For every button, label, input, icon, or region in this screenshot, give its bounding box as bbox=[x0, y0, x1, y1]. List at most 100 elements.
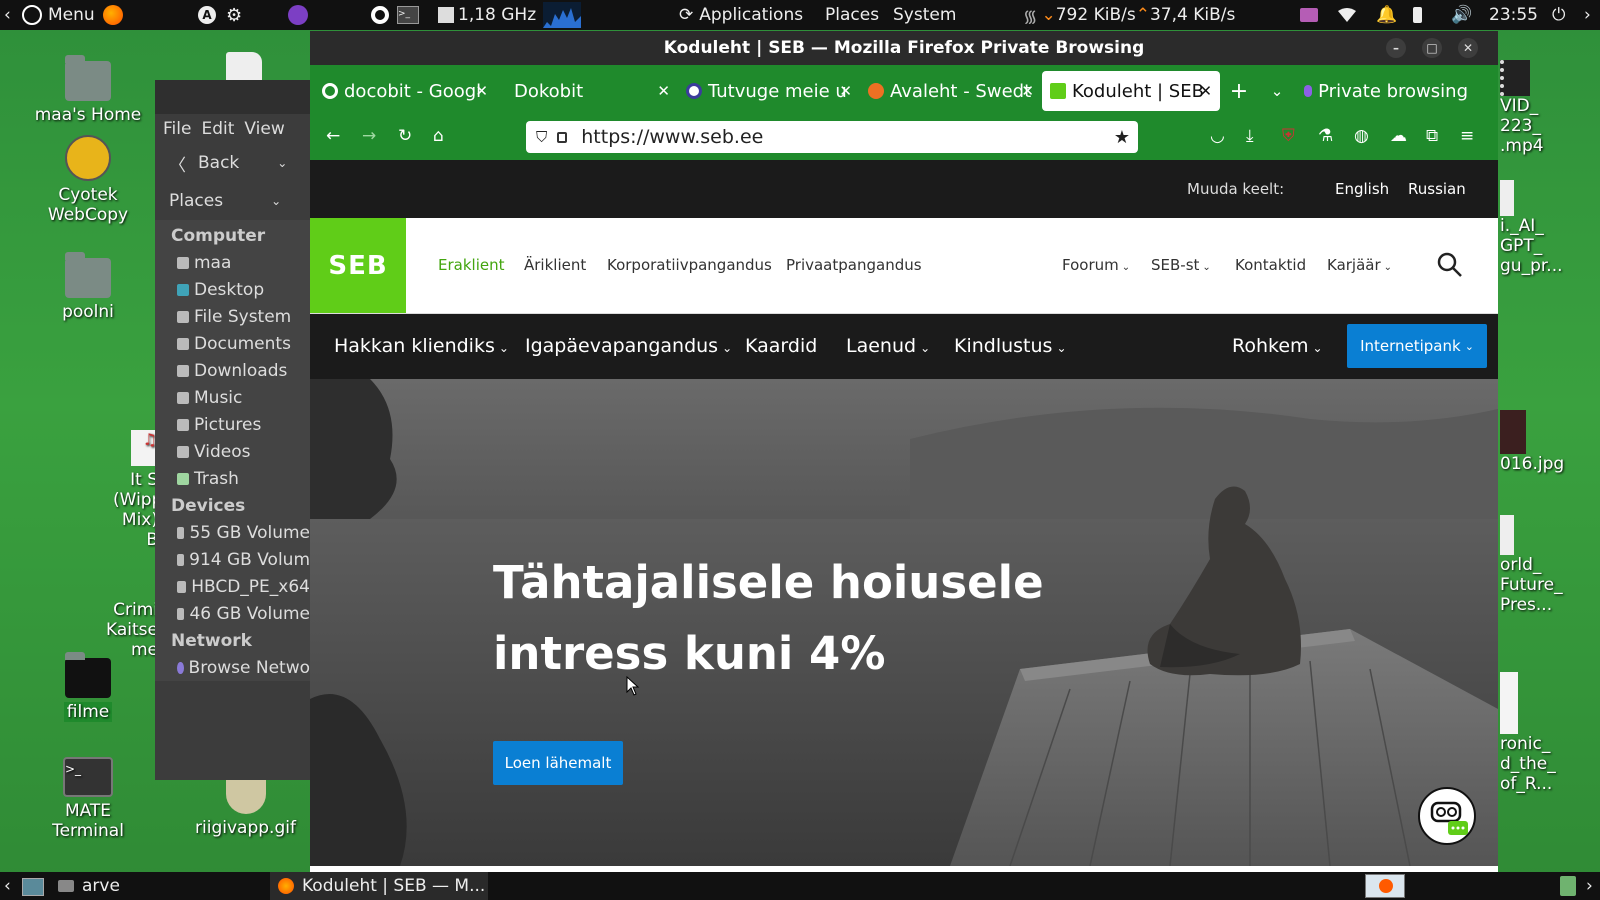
nav-privaatpangandus[interactable]: Privaatpangandus bbox=[786, 256, 922, 274]
app-menu-icon[interactable]: ≡ bbox=[1460, 126, 1474, 146]
sidebar-item-volume-46[interactable]: 46 GB Volume bbox=[155, 600, 310, 627]
home-icon[interactable]: ⌂ bbox=[433, 126, 444, 146]
taskbar-item-arve[interactable]: arve bbox=[58, 872, 258, 900]
sidebar-item-volume-55[interactable]: 55 GB Volume bbox=[155, 519, 310, 546]
indicator-applet-icon[interactable] bbox=[1300, 0, 1318, 30]
sidebar-item-volume-914[interactable]: 914 GB Volum bbox=[155, 546, 310, 573]
close-tab-icon[interactable]: ✕ bbox=[1021, 82, 1034, 100]
seb-logo[interactable]: SEB bbox=[310, 218, 406, 313]
desktop-icon-filme[interactable]: filme bbox=[28, 652, 148, 722]
internetipank-button[interactable]: Internetipank ⌄ bbox=[1347, 324, 1487, 368]
battery-icon[interactable] bbox=[1413, 0, 1422, 30]
read-more-button[interactable]: Loen lähemalt bbox=[493, 741, 623, 785]
sidebar-item-browse-network[interactable]: Browse Netwo bbox=[155, 654, 310, 681]
tab-dokobit[interactable]: Dokobit ✕ bbox=[496, 71, 678, 111]
opera-launcher-icon[interactable] bbox=[371, 0, 389, 30]
nav-korporatiivpangandus[interactable]: Korporatiivpangandus bbox=[607, 256, 772, 274]
menu-view[interactable]: View bbox=[244, 119, 284, 139]
subnav-kindlustus[interactable]: Kindlustus ⌄ bbox=[954, 335, 1067, 357]
downloads-icon[interactable]: ⤓ bbox=[1246, 126, 1254, 146]
taskbar-right-arrow[interactable]: › bbox=[1586, 876, 1593, 896]
subnav-kaardid[interactable]: Kaardid bbox=[745, 335, 817, 357]
places-menu[interactable]: Places bbox=[825, 0, 879, 30]
sidebar-item-documents[interactable]: Documents bbox=[155, 330, 310, 357]
tab-seb-active[interactable]: Koduleht | SEB ✕ bbox=[1042, 71, 1220, 111]
applications-menu[interactable]: ⟳ Applications bbox=[679, 0, 803, 30]
desktop-icon-future[interactable]: orld_ Future_ Pres... bbox=[1500, 515, 1570, 615]
cloud-extension-icon[interactable]: ☁ bbox=[1390, 126, 1407, 146]
desktop-icon-ronic[interactable]: ronic_ d_the_ of_R... bbox=[1500, 672, 1570, 794]
desktop-icon-cyotek[interactable]: Cyotek WebCopy bbox=[28, 135, 148, 225]
subnav-rohkem[interactable]: Rohkem ⌄ bbox=[1232, 335, 1323, 357]
menu-file[interactable]: File bbox=[163, 119, 191, 139]
desktop-icon-crimi-partial[interactable]: Crimi Kaitse me bbox=[100, 600, 158, 660]
sidebar-item-filesystem[interactable]: File System bbox=[155, 303, 310, 330]
minimize-button[interactable]: – bbox=[1386, 38, 1406, 58]
subnav-laenud[interactable]: Laenud ⌄ bbox=[846, 335, 930, 357]
maximize-button[interactable]: □ bbox=[1422, 38, 1442, 58]
tab-docobit[interactable]: docobit - Googl ✕ bbox=[314, 71, 496, 111]
trash-applet-icon[interactable] bbox=[1560, 876, 1576, 896]
sidebar-item-downloads[interactable]: Downloads bbox=[155, 357, 310, 384]
url-text[interactable]: https://www.seb.ee bbox=[581, 126, 763, 148]
desktop-icon-terminal[interactable]: >_ MATE Terminal bbox=[28, 757, 148, 841]
language-russian-link[interactable]: Russian bbox=[1408, 180, 1466, 198]
sidebar-item-music[interactable]: Music bbox=[155, 384, 310, 411]
wifi-icon[interactable] bbox=[1338, 0, 1356, 30]
close-tab-icon[interactable]: ✕ bbox=[839, 82, 852, 100]
notification-bell-icon[interactable]: 🔔 bbox=[1376, 0, 1397, 30]
file-manager-titlebar[interactable] bbox=[155, 80, 310, 114]
nav-foorum[interactable]: Foorum ⌄ bbox=[1062, 256, 1130, 274]
places-dropdown[interactable]: Places ⌄ bbox=[155, 182, 310, 220]
back-button[interactable]: 〈 Back ⌄ bbox=[155, 144, 310, 182]
extensions-puzzle-icon[interactable]: ⧉ bbox=[1426, 126, 1438, 146]
close-tab-icon[interactable]: ✕ bbox=[657, 82, 670, 100]
subnav-hakkan-kliendiks[interactable]: Hakkan kliendiks ⌄ bbox=[334, 335, 509, 357]
volume-icon[interactable]: 🔊 bbox=[1451, 0, 1472, 30]
nav-karjaar[interactable]: Karjäär ⌄ bbox=[1327, 256, 1392, 274]
taskbar-left-arrow[interactable]: ‹ bbox=[4, 876, 11, 896]
forward-arrow-icon[interactable]: → bbox=[362, 126, 376, 146]
nav-ariklient[interactable]: Äriklient bbox=[524, 256, 586, 274]
system-menu[interactable]: System bbox=[893, 0, 956, 30]
ublock-extension-icon[interactable]: ⛨ bbox=[1282, 126, 1295, 146]
nav-kontaktid[interactable]: Kontaktid bbox=[1235, 256, 1306, 274]
desktop-icon-video[interactable]: VID_ 223_ .mp4 bbox=[1500, 60, 1560, 156]
translate-globe-icon[interactable]: ◍ bbox=[1354, 126, 1369, 146]
clock[interactable]: 23:55 bbox=[1489, 0, 1538, 30]
close-tab-icon[interactable]: ✕ bbox=[475, 82, 488, 100]
sidebar-item-hbcd[interactable]: HBCD_PE_x64 bbox=[155, 573, 310, 600]
terminal-launcher-icon[interactable]: >_ bbox=[397, 0, 419, 30]
desktop-icon-music-partial[interactable]: ♫ It S (Wippe Mix) B bbox=[113, 430, 158, 550]
desktop-icon-poolni[interactable]: poolni bbox=[28, 252, 148, 322]
back-arrow-icon[interactable]: ← bbox=[326, 126, 340, 146]
language-english-link[interactable]: English bbox=[1335, 180, 1389, 198]
tab-avaleht[interactable]: Avaleht - Swedt ✕ bbox=[860, 71, 1042, 111]
sidebar-item-maa[interactable]: maa bbox=[155, 249, 310, 276]
sidebar-item-desktop[interactable]: Desktop bbox=[155, 276, 310, 303]
bookmark-star-icon[interactable]: ★ bbox=[1114, 127, 1130, 148]
subnav-igapaevapangandus[interactable]: Igapäevapangandus ⌄ bbox=[525, 335, 732, 357]
reload-icon[interactable]: ↻ bbox=[398, 126, 412, 146]
settings-gear-icon[interactable]: ⚙ bbox=[226, 0, 242, 30]
lock-icon[interactable] bbox=[557, 131, 568, 143]
sidebar-item-videos[interactable]: Videos bbox=[155, 438, 310, 465]
firefox-launcher-icon[interactable] bbox=[103, 0, 123, 30]
system-monitor-graph[interactable] bbox=[543, 0, 581, 30]
desktop-icon-jpg[interactable]: 016.jpg bbox=[1500, 410, 1570, 474]
menu-edit[interactable]: Edit bbox=[201, 119, 234, 139]
list-all-tabs-icon[interactable]: ⌄ bbox=[1258, 71, 1296, 111]
nav-seb-st[interactable]: SEB-st ⌄ bbox=[1151, 256, 1211, 274]
new-tab-button[interactable]: + bbox=[1220, 71, 1258, 111]
window-titlebar[interactable]: Koduleht | SEB — Mozilla Firefox Private… bbox=[310, 31, 1498, 65]
desktop-icon-riigivapp[interactable]: riigivapp.gif bbox=[183, 778, 308, 838]
workspace-switcher[interactable] bbox=[1365, 874, 1405, 898]
panel-right-arrow[interactable]: › bbox=[1584, 0, 1591, 30]
close-window-button[interactable]: ✕ bbox=[1458, 38, 1478, 58]
show-desktop-icon[interactable] bbox=[22, 878, 44, 896]
search-icon[interactable] bbox=[1437, 252, 1463, 278]
extension-icon[interactable]: ⚗ bbox=[1318, 126, 1333, 146]
nav-eraklient[interactable]: Eraklient bbox=[438, 256, 504, 274]
panel-left-arrow[interactable]: ‹ bbox=[4, 0, 11, 30]
sidebar-item-pictures[interactable]: Pictures bbox=[155, 411, 310, 438]
